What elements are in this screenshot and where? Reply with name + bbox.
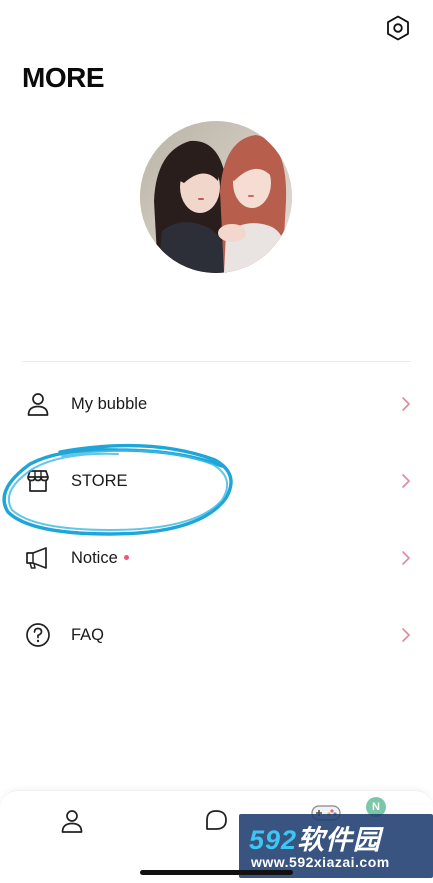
menu-item-label: FAQ [71,625,105,644]
menu-item-notice[interactable]: Notice [0,528,433,588]
tab-chat[interactable] [198,803,234,839]
watermark-url: www.592xiazai.com [251,854,390,870]
section-divider [22,361,411,362]
menu-item-label-wrap: Notice [71,549,129,568]
menu-item-label: My bubble [71,394,148,413]
tab-profile[interactable] [54,803,90,839]
settings-button[interactable] [384,13,412,43]
chevron-right-icon [402,628,410,642]
watermark-brand: 592软件园 [249,818,381,857]
menu-item-faq[interactable]: FAQ [0,605,433,665]
chevron-right-icon [402,551,410,565]
new-indicator-dot [123,554,129,560]
profile-photo [140,121,292,273]
menu-item-label: Notice [71,548,118,567]
megaphone-icon [23,543,53,573]
menu-item-my-bubble[interactable]: My bubble [0,374,433,434]
watermark-brand-number: 592 [249,825,298,855]
menu-item-store[interactable]: STORE [0,451,433,511]
question-circle-icon [23,620,53,650]
menu-item-label: STORE [71,471,128,490]
avatar[interactable] [140,121,292,273]
store-icon [23,466,53,496]
page-title: MORE [22,62,105,93]
gear-icon [387,15,409,41]
chevron-right-icon [402,397,410,411]
home-indicator [140,870,293,875]
watermark-brand-text: 软件园 [297,825,382,855]
person-icon [61,810,83,833]
chat-bubble-icon [206,810,227,830]
chevron-right-icon [402,474,410,488]
person-icon [23,389,53,419]
